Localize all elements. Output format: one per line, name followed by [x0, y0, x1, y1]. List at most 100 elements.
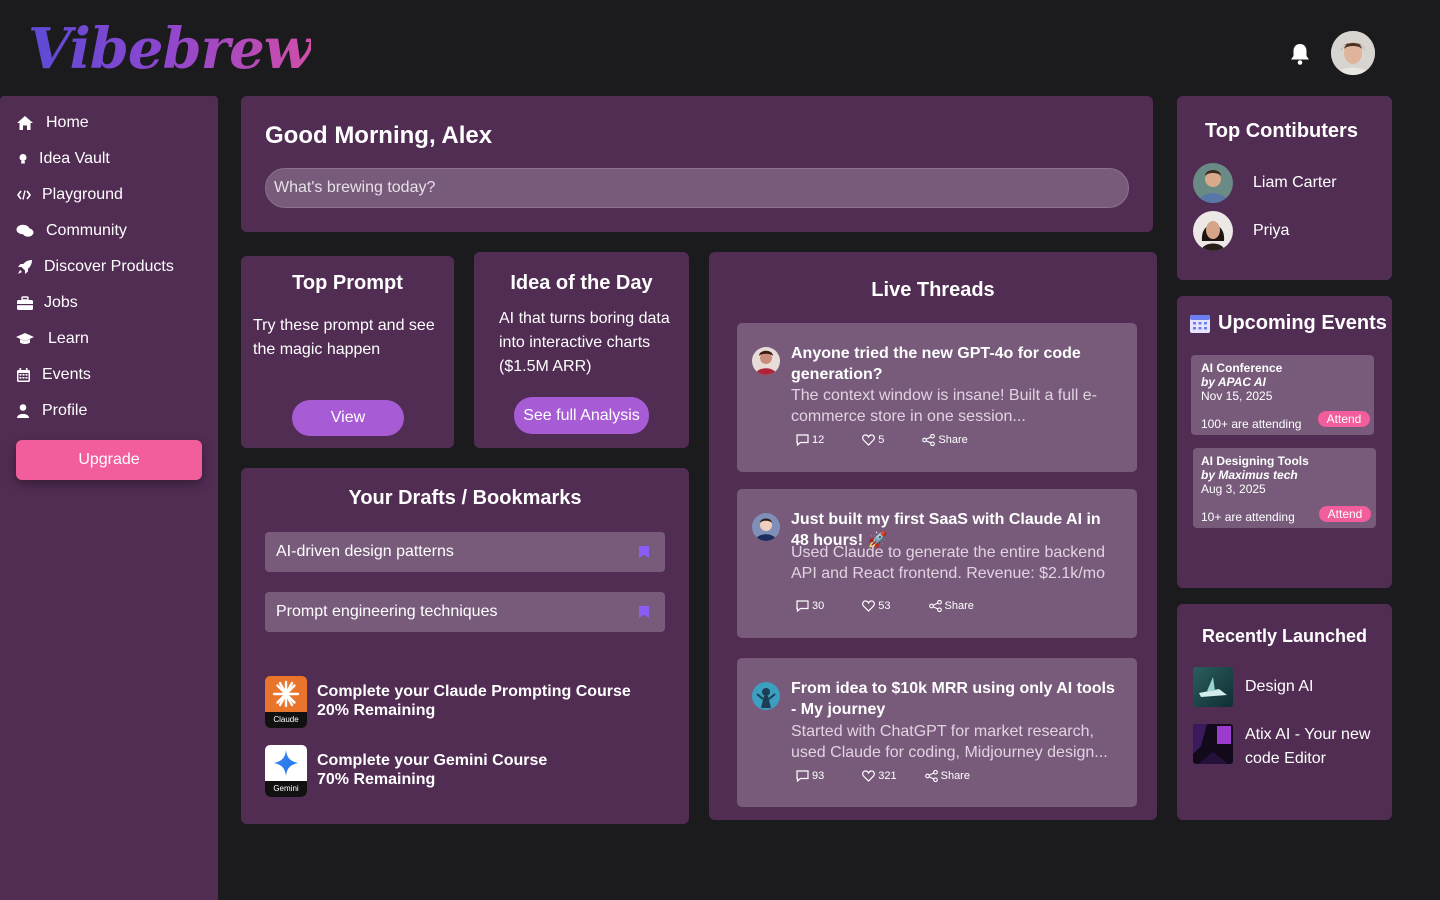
sidebar-item-jobs[interactable]: Jobs — [16, 291, 78, 315]
recently-launched-card: Recently Launched Design AI Atix AI - Yo… — [1177, 604, 1392, 820]
contributor-name: Priya — [1253, 222, 1290, 239]
bookmark-item[interactable]: Prompt engineering techniques — [265, 592, 665, 632]
thread-card[interactable]: Anyone tried the new GPT-4o for code gen… — [737, 323, 1137, 472]
sidebar-item-learn[interactable]: Learn — [16, 327, 89, 351]
thread-meta: 12 5 Share — [796, 434, 968, 446]
comment-count[interactable]: 30 — [796, 600, 824, 612]
like-count[interactable]: 321 — [862, 770, 897, 782]
share-button[interactable]: Share — [922, 434, 968, 446]
brew-input[interactable] — [265, 168, 1129, 208]
thread-body: Started with ChatGPT for market research… — [791, 723, 1108, 761]
sidebar-item-idea-vault[interactable]: Idea Vault — [16, 147, 110, 171]
attend-button[interactable]: Attend — [1318, 411, 1370, 427]
events-title: Upcoming Events — [1218, 312, 1387, 334]
event-attending: 10+ are attending — [1201, 510, 1295, 524]
thread-card[interactable]: Just built my first SaaS with Claude AI … — [737, 489, 1137, 638]
calendar-icon — [1190, 315, 1210, 333]
greeting-title: Good Morning, Alex — [265, 122, 493, 149]
sidebar-item-events[interactable]: Events — [16, 363, 91, 387]
like-count[interactable]: 53 — [862, 600, 891, 612]
atix-ai-thumbnail — [1193, 724, 1233, 764]
thread-card[interactable]: From idea to $10k MRR using only AI tool… — [737, 658, 1137, 807]
contributor-item[interactable]: Priya — [1193, 211, 1289, 251]
idea-of-day-title: Idea of the Day — [510, 272, 653, 294]
rocket-icon — [16, 258, 34, 276]
event-date: Aug 3, 2025 — [1201, 482, 1266, 496]
bookmark-item[interactable]: AI-driven design patterns — [265, 532, 665, 572]
comment-count[interactable]: 12 — [796, 434, 824, 446]
calendar-icon — [16, 366, 30, 384]
share-icon — [928, 600, 942, 612]
comment-icon — [796, 600, 809, 612]
contributors-title: Top Contibuters — [1205, 120, 1358, 142]
comment-count-value: 93 — [812, 770, 825, 782]
code-icon — [16, 186, 32, 204]
sidebar-item-label: Home — [46, 114, 89, 131]
comment-count[interactable]: 93 — [796, 770, 824, 782]
event-card[interactable]: AI Conference by APAC AI Nov 15, 2025 10… — [1191, 355, 1374, 435]
contributor-name: Liam Carter — [1253, 174, 1337, 191]
launched-product-name: Atix AI - Your new code Editor — [1245, 726, 1371, 767]
bookmark-label: Prompt engineering techniques — [276, 603, 498, 620]
launched-product-item[interactable]: Atix AI - Your new code Editor — [1193, 723, 1375, 771]
sidebar-item-label: Learn — [48, 330, 89, 347]
app-logo[interactable]: Vibebrew — [28, 14, 312, 84]
course-item-gemini[interactable]: Gemini Complete your Gemini Course 70% R… — [265, 745, 547, 797]
event-organizer: by Maximus tech — [1201, 468, 1298, 482]
graduation-cap-icon — [16, 330, 34, 348]
heart-icon — [862, 770, 876, 782]
comment-count-value: 12 — [812, 434, 825, 446]
share-button[interactable]: Share — [924, 770, 970, 782]
comment-count-value: 30 — [812, 600, 825, 612]
recently-launched-title: Recently Launched — [1201, 626, 1368, 646]
view-button[interactable]: View — [292, 400, 404, 436]
sidebar-item-community[interactable]: Community — [16, 219, 127, 243]
course-remaining: 20% Remaining — [317, 702, 436, 719]
share-icon — [922, 434, 936, 446]
sidebar-item-label: Community — [46, 222, 127, 239]
course-title: Complete your Claude Prompting Course — [317, 683, 631, 700]
sidebar-item-profile[interactable]: Profile — [16, 399, 87, 423]
event-attending: 100+ are attending — [1201, 417, 1302, 431]
events-card: Upcoming Events AI Conference by APAC AI… — [1177, 296, 1392, 588]
thread-avatar — [752, 347, 780, 375]
sidebar-item-playground[interactable]: Playground — [16, 183, 123, 207]
event-card[interactable]: AI Designing Tools by Maximus tech Aug 3… — [1193, 448, 1376, 528]
chat-icon — [16, 222, 34, 240]
course-item-claude[interactable]: Claude Complete your Claude Prompting Co… — [265, 676, 631, 728]
course-remaining: 70% Remaining — [317, 771, 436, 788]
live-threads-title: Live Threads — [871, 279, 995, 301]
thread-title: Anyone tried the new GPT-4o for code gen… — [791, 345, 1081, 383]
greeting-card: Good Morning, Alex — [241, 96, 1153, 232]
sidebar-item-label: Events — [42, 366, 91, 383]
thread-avatar — [752, 513, 780, 541]
share-label: Share — [938, 434, 968, 446]
top-prompt-text: Try these prompt and see the magic happe… — [253, 317, 435, 358]
course-title: Complete your Gemini Course — [317, 752, 548, 769]
live-threads-card: Live Threads Anyone tried the new GPT-4o… — [709, 252, 1157, 820]
user-avatar[interactable] — [1331, 31, 1375, 75]
thread-body: The context window is insane! Built a fu… — [791, 387, 1097, 425]
contributor-avatar — [1193, 211, 1233, 251]
like-count-value: 5 — [878, 434, 885, 446]
bell-icon[interactable] — [1289, 42, 1311, 66]
share-button[interactable]: Share — [928, 600, 974, 612]
sidebar-item-discover-products[interactable]: Discover Products — [16, 255, 174, 279]
contributors-card: Top Contibuters Liam Carter Priya — [1177, 96, 1392, 280]
like-count[interactable]: 5 — [862, 434, 884, 446]
bookmark-icon — [639, 606, 649, 618]
like-count-value: 321 — [878, 770, 897, 782]
upgrade-button[interactable]: Upgrade — [16, 440, 202, 480]
heart-icon — [862, 600, 876, 612]
thread-avatar — [752, 682, 780, 710]
thread-meta: 93 321 Share — [796, 770, 970, 782]
claude-logo-icon: Claude — [265, 676, 307, 728]
share-label: Share — [944, 600, 974, 612]
contributor-item[interactable]: Liam Carter — [1193, 163, 1337, 203]
see-full-analysis-button[interactable]: See full Analysis — [514, 397, 649, 434]
sidebar-item-home[interactable]: Home — [16, 111, 89, 135]
launched-product-item[interactable]: Design AI — [1193, 667, 1313, 707]
design-ai-thumbnail — [1193, 667, 1233, 707]
course-logo-tag: Gemini — [265, 781, 307, 797]
attend-button[interactable]: Attend — [1319, 506, 1371, 522]
